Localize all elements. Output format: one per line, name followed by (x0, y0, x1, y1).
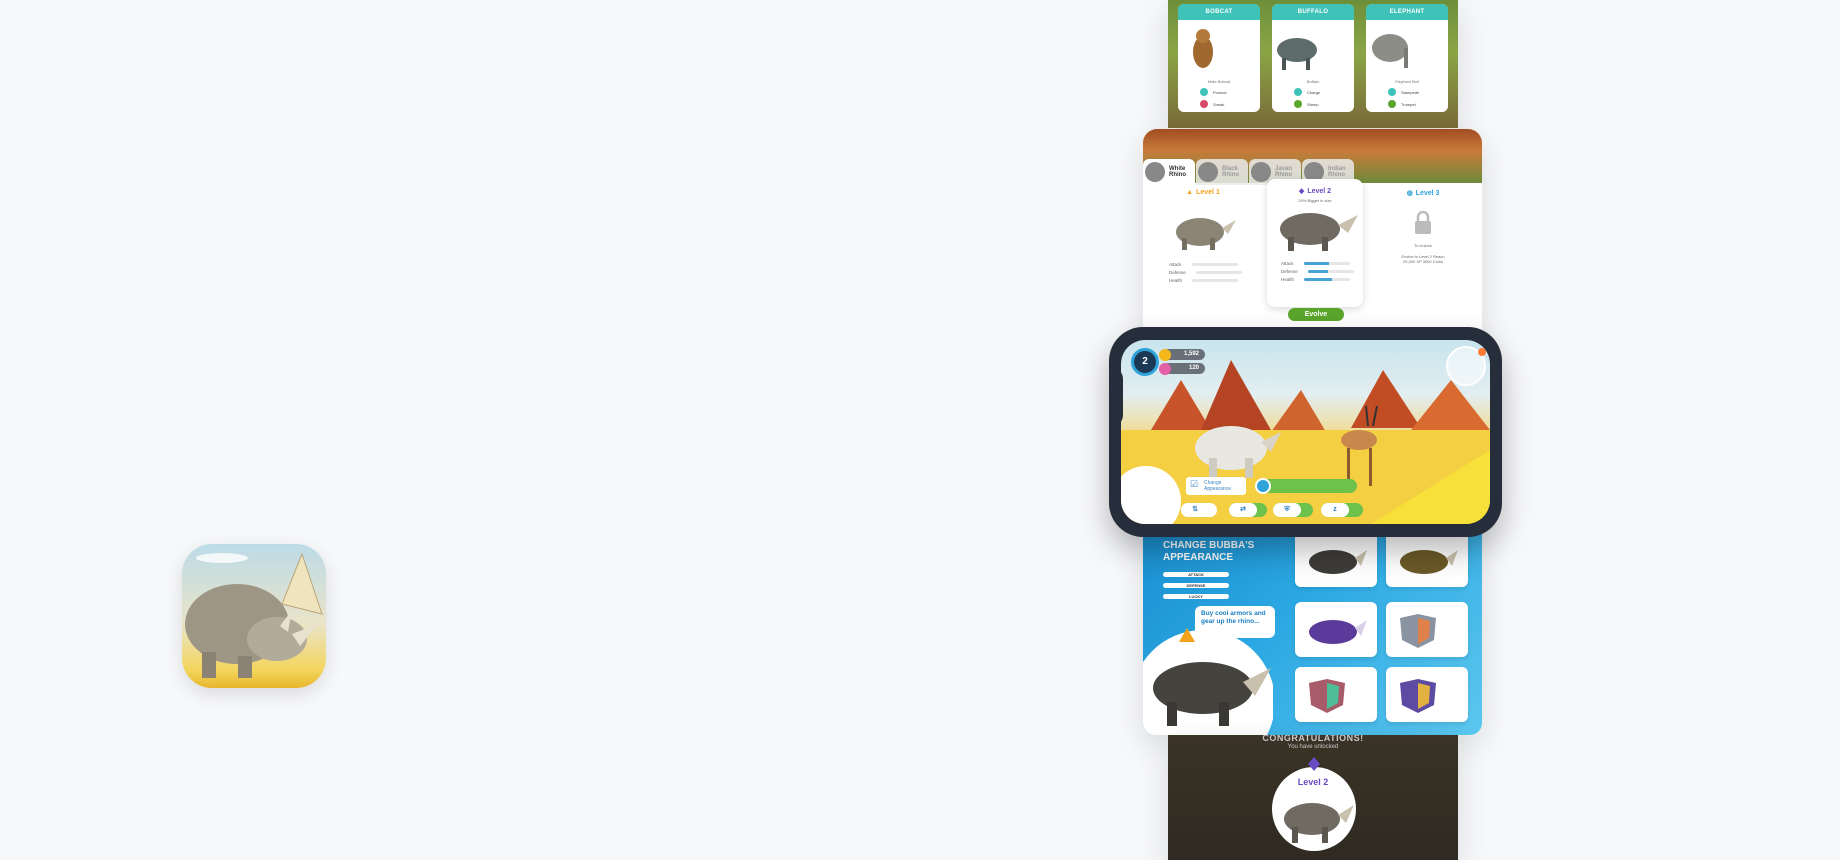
change-appearance-label: Change Appearance (1204, 480, 1231, 492)
animal-card-subtitle: Elephant Bull (1395, 79, 1419, 84)
rhino-avatar (1251, 162, 1271, 182)
rhino-figure (1176, 218, 1236, 250)
stat-row: Attack (1169, 262, 1251, 267)
checkbox-icon: ☑ (1190, 479, 1199, 489)
tab-black-rhino[interactable]: Black Rhino (1196, 159, 1248, 185)
lock-icon (1415, 210, 1431, 234)
trait-label: Stampede (1401, 89, 1420, 95)
animal-card-buffalo[interactable]: BUFFALO Buffalo Charge Stomp (1272, 4, 1354, 112)
change-appearance-button[interactable]: ☑ Change Appearance (1186, 477, 1246, 495)
buffalo-figure (1277, 38, 1317, 70)
animal-card-title: BOBCAT (1178, 4, 1260, 20)
rhino-skin-dark (1309, 550, 1367, 574)
armored-rhino-figure (1280, 213, 1358, 251)
rhino-levels-screen: White Rhino Black Rhino Javan Rhino Indi… (1143, 129, 1482, 335)
trait-label: Pounce (1213, 89, 1227, 95)
tab-label: Black Rhino (1222, 166, 1239, 178)
diamond-icon: ◆ (1298, 188, 1305, 195)
unlock-requirement: Evolve to Level 2 Reach 20,000 XP 3000 C… (1401, 254, 1445, 264)
gem-icon (1159, 363, 1171, 375)
animal-card-bobcat[interactable]: BOBCAT Male Bobcat Pounce Sneak (1178, 4, 1260, 112)
level-2-column[interactable]: ◆ Level 2 20% Bigger in size Attack Defen… (1267, 179, 1363, 307)
rhino-skin-purple (1309, 620, 1367, 644)
congrats-title: CONGRATULATIONS! (1262, 735, 1364, 743)
action-icon[interactable]: ⇄ (1229, 503, 1257, 517)
rhino-avatar (1198, 162, 1218, 182)
appearance-screen: CHANGE BUBBA'S APPEARANCE ATTACK DEFENSE… (1143, 532, 1482, 735)
animal-card-elephant[interactable]: ELEPHANT Elephant Bull Stampede Trumpet (1366, 4, 1448, 112)
congrats-subtitle: You have unlocked (1287, 744, 1339, 750)
stat-pill: DEFENSE (1163, 583, 1229, 588)
trait-label: Charge (1307, 89, 1321, 95)
action-icon[interactable]: ⇅ (1181, 503, 1209, 517)
rhino-skin-gold (1400, 550, 1458, 574)
stat-pill: LUCKY (1163, 594, 1229, 599)
stat-row: Defense (1169, 270, 1251, 275)
congratulations-screen: CONGRATULATIONS! You have unlocked Level… (1168, 735, 1458, 860)
animal-selection-screen: BOBCAT Male Bobcat Pounce Sneak BUFFALO … (1168, 0, 1458, 128)
rhino-illustration (185, 552, 323, 678)
rhino-avatar (1145, 162, 1165, 182)
level-title: Level 3 (1415, 189, 1440, 197)
trait-icon (1294, 88, 1302, 96)
animal-card-title: ELEPHANT (1366, 4, 1448, 20)
armored-rhino-badge (1143, 628, 1273, 735)
armored-rhino-figure (1284, 803, 1354, 843)
trait-label: Sneak (1213, 101, 1225, 107)
stat-row: Attack (1281, 261, 1363, 266)
orb-icon: ◍ (1406, 190, 1413, 197)
animal-card-subtitle: Buffalo (1306, 79, 1320, 84)
trait-icon (1200, 88, 1208, 96)
action-icon[interactable]: ⛨ (1273, 503, 1301, 517)
notification-dot (1478, 348, 1486, 356)
level-3-column[interactable]: ◍ Level 3 To Unlock Evolve to Level 2 Rea… (1375, 189, 1471, 265)
xp-progress-bar (1261, 479, 1357, 493)
stat-row: Defense (1281, 269, 1363, 274)
shield-gear-icon (1400, 679, 1436, 713)
level-title: Level 1 (1196, 189, 1220, 196)
unlocked-level-label: Level 2 (1297, 777, 1329, 787)
warning-triangle-icon: ▲ (1186, 189, 1194, 196)
trait-label: Trumpet (1401, 101, 1416, 107)
app-icon[interactable] (182, 544, 326, 688)
tab-white-rhino[interactable]: White Rhino (1143, 159, 1195, 185)
trait-icon (1388, 100, 1396, 108)
elephant-figure (1372, 34, 1408, 68)
player-level-badge[interactable]: 2 (1131, 348, 1159, 376)
settings-gear-icon[interactable] (1255, 478, 1271, 494)
levels-header-scene: White Rhino Black Rhino Javan Rhino Indi… (1143, 129, 1482, 185)
trait-icon (1294, 100, 1302, 108)
trait-icon (1200, 100, 1208, 108)
action-icon[interactable]: z (1321, 503, 1349, 517)
level-title: Level 2 (1307, 187, 1332, 195)
trait-icon (1388, 88, 1396, 96)
phone-frame: 2 1,592 120 ☑ Change Appearance ⇅ ⇄ ⛨ z (1109, 327, 1502, 537)
coin-icon (1159, 349, 1171, 361)
appearance-title: CHANGE BUBBA'S APPEARANCE (1163, 540, 1255, 563)
stat-pill: ATTACK (1163, 572, 1229, 577)
trait-label: Stomp (1307, 101, 1319, 107)
shield-gear-icon (1400, 614, 1436, 648)
diamond-icon (1308, 757, 1320, 771)
stat-row: Health (1169, 278, 1251, 283)
animal-card-subtitle: Male Bobcat (1207, 79, 1231, 84)
tab-label: Javan Rhino (1275, 166, 1293, 178)
game-screen[interactable]: 2 1,592 120 ☑ Change Appearance ⇅ ⇄ ⛨ z (1121, 340, 1490, 524)
shield-gear-icon (1309, 679, 1345, 713)
level-1-column[interactable]: ▲ Level 1 Attack Defense Health (1155, 189, 1251, 283)
tab-label: White Rhino (1169, 166, 1186, 178)
tab-label: Indian Rhino (1328, 166, 1346, 178)
phone-notch (1109, 367, 1123, 427)
lock-text: To Unlock (1414, 243, 1432, 248)
animal-card-title: BUFFALO (1272, 4, 1354, 20)
stat-row: Health (1281, 277, 1363, 282)
evolve-button[interactable]: Evolve (1288, 308, 1344, 321)
bobcat-figure (1193, 29, 1213, 68)
